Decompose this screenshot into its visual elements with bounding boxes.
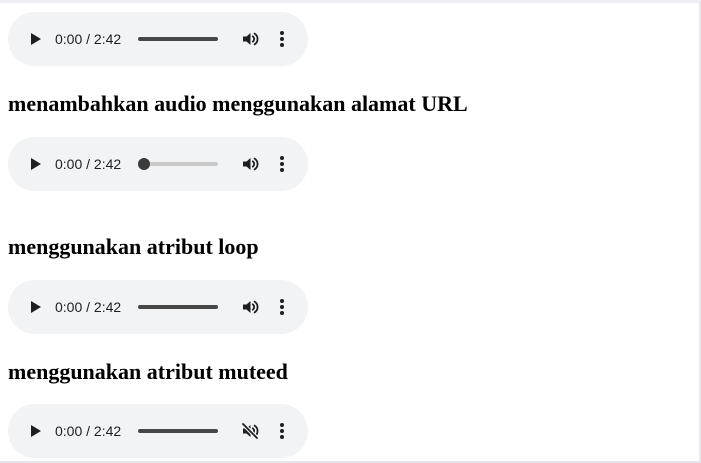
- play-icon[interactable]: [26, 298, 44, 316]
- audio-player-url[interactable]: 0:00 / 2:42: [8, 137, 308, 191]
- play-icon[interactable]: [26, 155, 44, 173]
- time-display: 0:00 / 2:42: [55, 299, 122, 315]
- audio-player-loop[interactable]: 0:00 / 2:42: [8, 280, 308, 334]
- time-display: 0:00 / 2:42: [55, 423, 122, 439]
- more-options-icon[interactable]: [274, 29, 290, 49]
- more-options-icon[interactable]: [274, 154, 290, 174]
- play-icon[interactable]: [26, 422, 44, 440]
- seek-slider[interactable]: [138, 34, 218, 44]
- seek-rail: [138, 429, 218, 433]
- seek-slider[interactable]: [138, 158, 218, 170]
- audio-player-default[interactable]: 0:00 / 2:42: [8, 12, 308, 66]
- seek-thumb[interactable]: [138, 158, 150, 170]
- heading-muted: menggunakan atribut muteed: [8, 359, 288, 384]
- more-options-icon[interactable]: [274, 421, 290, 441]
- time-display: 0:00 / 2:42: [55, 156, 122, 172]
- more-options-icon[interactable]: [274, 297, 290, 317]
- play-icon[interactable]: [26, 30, 44, 48]
- heading-url: menambahkan audio menggunakan alamat URL: [8, 91, 468, 116]
- heading-loop: menggunakan atribut loop: [8, 234, 259, 259]
- seek-rail: [138, 162, 218, 166]
- audio-player-muted[interactable]: 0:00 / 2:42: [8, 404, 308, 458]
- seek-slider[interactable]: [138, 426, 218, 436]
- seek-slider[interactable]: [138, 302, 218, 312]
- volume-icon[interactable]: [240, 297, 260, 317]
- volume-icon[interactable]: [240, 29, 260, 49]
- page: 0:00 / 2:42 menambahkan audio menggunaka…: [0, 0, 701, 463]
- volume-icon[interactable]: [240, 154, 260, 174]
- time-display: 0:00 / 2:42: [55, 31, 122, 47]
- volume-muted-icon[interactable]: [240, 421, 260, 441]
- seek-rail: [138, 305, 218, 309]
- seek-rail: [138, 37, 218, 41]
